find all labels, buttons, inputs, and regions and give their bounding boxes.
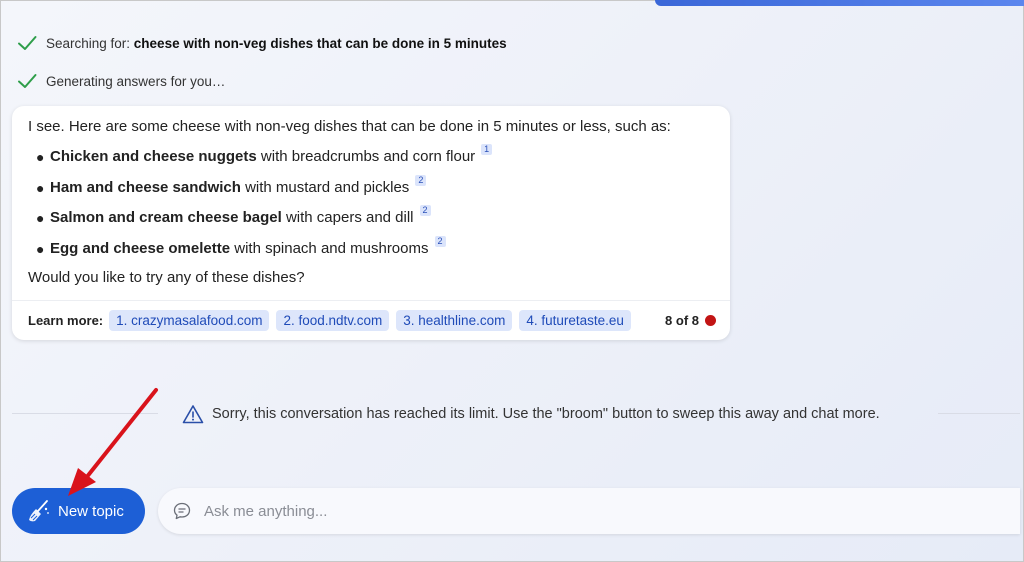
citation-badge[interactable]: 2 xyxy=(434,235,446,247)
dish-name: Egg and cheese omelette xyxy=(50,239,231,257)
list-item: ● Salmon and cream cheese bagel with cap… xyxy=(36,205,492,240)
broom-icon xyxy=(29,500,49,522)
source-link[interactable]: 1. crazymasalafood.com xyxy=(109,309,270,331)
ask-input[interactable] xyxy=(202,501,1020,521)
limit-notice-text: Sorry, this conversation has reached its… xyxy=(212,406,880,422)
searching-status: Searching for: cheese with non-veg dishe… xyxy=(16,32,507,54)
citation-badge[interactable]: 2 xyxy=(419,205,431,216)
dish-list: ● Chicken and cheese nuggets with breadc… xyxy=(36,144,493,271)
searching-prefix: Searching for: xyxy=(46,35,134,51)
source-link[interactable]: 4. futuretaste.eu xyxy=(519,309,631,331)
divider xyxy=(938,413,1020,414)
chat-bubble-icon xyxy=(173,502,191,520)
divider xyxy=(12,413,158,414)
learn-more-row: Learn more: 1. crazymasalafood.com 2. fo… xyxy=(28,308,716,332)
citation-badge[interactable]: 2 xyxy=(415,174,427,186)
dish-desc: with breadcrumbs and corn flour xyxy=(256,148,476,165)
dish-name: Salmon and cream cheese bagel xyxy=(50,209,282,226)
bullet: ● xyxy=(36,149,45,165)
turn-counter-text: 8 of 8 xyxy=(665,312,699,328)
searching-query: cheese with non-veg dishes that can be d… xyxy=(133,35,507,51)
bullet: ● xyxy=(36,240,45,257)
limit-notice: Sorry, this conversation has reached its… xyxy=(182,404,880,424)
bullet: ● xyxy=(36,210,45,226)
turn-counter: 8 of 8 xyxy=(665,313,716,328)
answer-intro: I see. Here are some cheese with non-veg… xyxy=(28,118,671,135)
dish-desc: with capers and dill xyxy=(281,209,414,226)
source-link[interactable]: 2. food.ndtv.com xyxy=(276,309,390,331)
generating-status: Generating answers for you… xyxy=(16,70,225,92)
follow-up-question: Would you like to try any of these dishe… xyxy=(28,269,305,286)
checkmark-icon xyxy=(18,36,37,50)
list-item: ● Egg and cheese omelette with spinach a… xyxy=(36,235,492,271)
source-link[interactable]: 3. healthline.com xyxy=(396,309,513,331)
generating-text: Generating answers for you… xyxy=(46,73,226,89)
dish-desc: with spinach and mushrooms xyxy=(230,239,429,257)
warning-triangle-icon xyxy=(182,405,204,424)
top-accent-bar xyxy=(655,0,1024,6)
dish-name: Ham and cheese sandwich xyxy=(50,178,241,196)
divider xyxy=(12,300,730,301)
limit-indicator-dot xyxy=(705,314,716,326)
learn-more-label: Learn more: xyxy=(28,312,104,328)
chat-composer[interactable] xyxy=(158,488,1020,534)
new-topic-label: New topic xyxy=(58,502,124,520)
dish-name: Chicken and cheese nuggets xyxy=(50,148,257,165)
dish-desc: with mustard and pickles xyxy=(240,178,410,196)
answer-card: I see. Here are some cheese with non-veg… xyxy=(12,106,730,340)
checkmark-icon xyxy=(18,74,37,88)
list-item: ● Chicken and cheese nuggets with breadc… xyxy=(36,144,493,179)
bullet: ● xyxy=(36,179,45,196)
new-topic-button[interactable]: New topic xyxy=(12,488,145,534)
citation-badge[interactable]: 1 xyxy=(481,144,493,155)
